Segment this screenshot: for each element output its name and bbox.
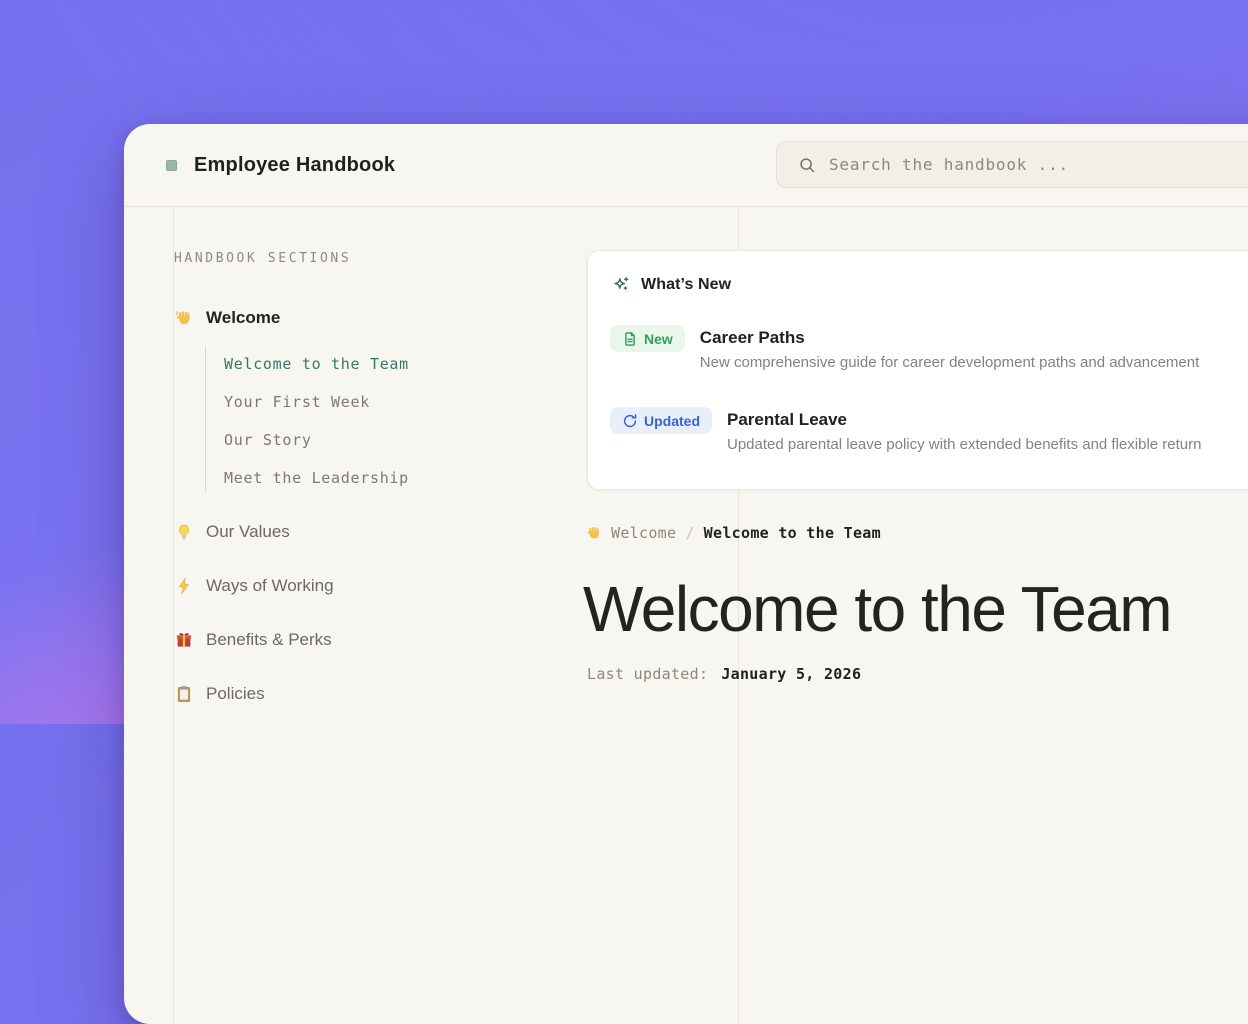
sidebar-item-our-values[interactable]: Our Values — [174, 522, 290, 542]
whats-new-header: What’s New — [612, 276, 731, 294]
whats-new-title: What’s New — [641, 276, 731, 294]
entry-text: Parental Leave Updated parental leave po… — [727, 410, 1201, 453]
whats-new-card: What’s New New Career Paths New comprehe… — [587, 250, 1248, 490]
app-window: Employee Handbook HANDBOOK SECTIONS — [124, 124, 1248, 1024]
updated-badge: Updated — [610, 407, 712, 434]
sidebar-item-label: Ways of Working — [206, 576, 334, 596]
last-updated-label: Last updated: — [587, 665, 708, 683]
entry-description: Updated parental leave policy with exten… — [727, 436, 1201, 453]
breadcrumb-page: Welcome to the Team — [704, 524, 881, 542]
breadcrumb-section[interactable]: Welcome — [611, 524, 676, 542]
sparkles-icon — [612, 276, 630, 294]
clipboard-icon — [174, 684, 194, 704]
sidebar-section-label: HANDBOOK SECTIONS — [174, 251, 351, 266]
sidebar-item-label: Welcome — [206, 308, 280, 328]
last-updated-value: January 5, 2026 — [721, 665, 861, 683]
file-text-icon — [622, 331, 638, 347]
search-box[interactable] — [776, 141, 1248, 188]
app-header: Employee Handbook — [124, 124, 1248, 207]
whats-new-entry-career-paths[interactable]: New Career Paths New comprehensive guide… — [610, 325, 1199, 371]
grid-line-left — [173, 207, 174, 1024]
sidebar-item-label: Policies — [206, 684, 265, 704]
new-badge: New — [610, 325, 685, 352]
subnav-rule — [205, 346, 206, 493]
waving-hand-icon — [174, 308, 194, 328]
entry-title: Parental Leave — [727, 410, 1201, 430]
gift-icon — [174, 630, 194, 650]
waving-hand-icon — [586, 525, 602, 541]
badge-label: Updated — [644, 413, 700, 429]
sidebar-item-benefits-perks[interactable]: Benefits & Perks — [174, 630, 332, 650]
sidebar-subitem-welcome-to-the-team[interactable]: Welcome to the Team — [224, 355, 409, 373]
sidebar-subitem-our-story[interactable]: Our Story — [224, 431, 312, 449]
sidebar-subitem-your-first-week[interactable]: Your First Week — [224, 393, 370, 411]
sidebar-item-label: Benefits & Perks — [206, 630, 332, 650]
sidebar-item-policies[interactable]: Policies — [174, 684, 265, 704]
entry-description: New comprehensive guide for career devel… — [700, 354, 1199, 371]
brand: Employee Handbook — [166, 124, 395, 207]
page-title: Welcome to the Team — [583, 572, 1171, 646]
breadcrumb-separator: / — [685, 524, 694, 542]
sidebar-item-welcome[interactable]: Welcome — [174, 308, 280, 328]
square-logo-icon — [166, 160, 177, 171]
search-icon — [798, 156, 816, 174]
entry-title: Career Paths — [700, 328, 1199, 348]
lightning-bolt-icon — [174, 576, 194, 596]
last-updated: Last updated: January 5, 2026 — [587, 665, 861, 683]
whats-new-entry-parental-leave[interactable]: Updated Parental Leave Updated parental … — [610, 407, 1201, 453]
sidebar-item-label: Our Values — [206, 522, 290, 542]
search-input[interactable] — [829, 155, 1248, 174]
breadcrumb: Welcome / Welcome to the Team — [586, 524, 881, 542]
badge-label: New — [644, 331, 673, 347]
app-title: Employee Handbook — [194, 154, 395, 177]
sidebar-subitem-meet-the-leadership[interactable]: Meet the Leadership — [224, 469, 409, 487]
lightbulb-icon — [174, 522, 194, 542]
entry-text: Career Paths New comprehensive guide for… — [700, 328, 1199, 371]
sidebar-item-ways-of-working[interactable]: Ways of Working — [174, 576, 334, 596]
refresh-icon — [622, 413, 638, 429]
